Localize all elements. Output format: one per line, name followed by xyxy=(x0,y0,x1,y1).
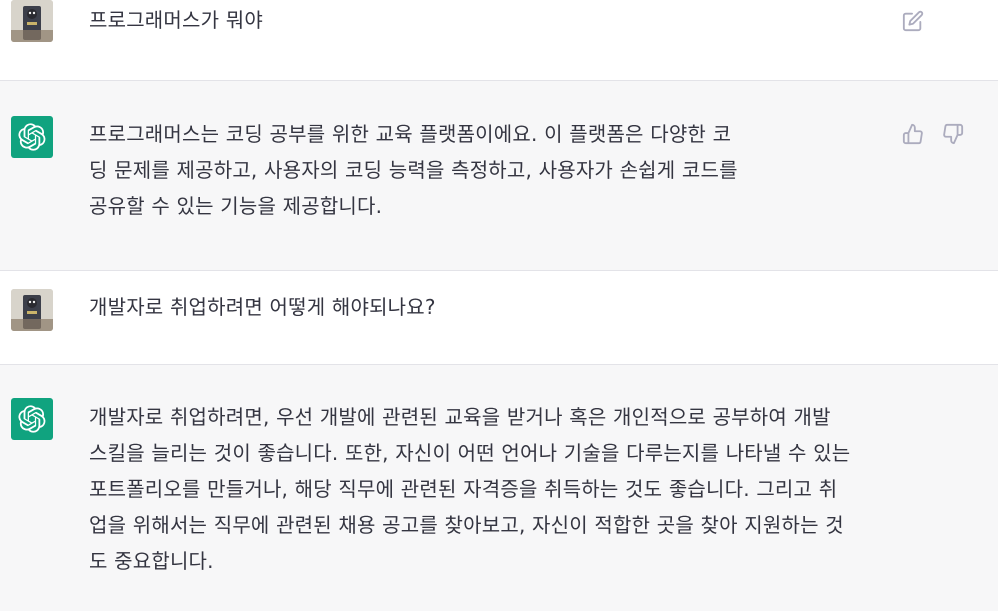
assistant-message-text: 프로그래머스는 코딩 공부를 위한 교육 플랫폼이에요. 이 플랫폼은 다양한 … xyxy=(89,116,738,224)
user-avatar xyxy=(11,289,53,331)
user-message-1: 프로그래머스가 뭐야 xyxy=(0,0,998,80)
message-line: 개발자로 취업하려면 어떻게 해야되나요? xyxy=(89,295,436,319)
assistant-message-1: 프로그래머스는 코딩 공부를 위한 교육 플랫폼이에요. 이 플랫폼은 다양한 … xyxy=(0,81,998,270)
assistant-message-text: 개발자로 취업하려면, 우선 개발에 관련된 교육을 받거나 혹은 개인적으로 … xyxy=(89,399,850,579)
message-line: 프로그래머스가 뭐야 xyxy=(89,8,263,32)
user-message-2: 개발자로 취업하려면 어떻게 해야되나요? xyxy=(0,271,998,364)
assistant-message-2: 개발자로 취업하려면, 우선 개발에 관련된 교육을 받거나 혹은 개인적으로 … xyxy=(0,365,998,611)
message-line: 프로그래머스는 코딩 공부를 위한 교육 플랫폼이에요. 이 플랫폼은 다양한 … xyxy=(89,122,732,146)
assistant-avatar xyxy=(11,398,53,440)
assistant-avatar xyxy=(11,116,53,158)
message-line: 포트폴리오를 만들거나, 해당 직무에 관련된 자격증을 취득하는 것도 좋습니… xyxy=(89,477,838,501)
thumbs-up-icon[interactable] xyxy=(900,121,926,147)
message-line: 스킬을 늘리는 것이 좋습니다. 또한, 자신이 어떤 언어나 기술을 다루는지… xyxy=(89,441,851,465)
user-message-text: 개발자로 취업하려면 어떻게 해야되나요? xyxy=(89,289,436,325)
message-line: 업을 위해서는 직무에 관련된 채용 공고를 찾아보고, 자신이 적합한 곳을 … xyxy=(89,513,844,537)
message-line: 개발자로 취업하려면, 우선 개발에 관련된 교육을 받거나 혹은 개인적으로 … xyxy=(89,405,831,429)
user-avatar-image xyxy=(11,0,53,42)
message-line: 공유할 수 있는 기능을 제공합니다. xyxy=(89,194,383,218)
edit-icon[interactable] xyxy=(900,8,926,34)
user-avatar-image xyxy=(11,289,53,331)
message-line: 도 중요합니다. xyxy=(89,549,214,573)
message-line: 딩 문제를 제공하고, 사용자의 코딩 능력을 측정하고, 사용자가 손쉽게 코… xyxy=(89,158,738,182)
user-avatar xyxy=(11,0,53,42)
openai-logo-icon xyxy=(18,123,46,151)
openai-logo-icon xyxy=(18,405,46,433)
thumbs-down-icon[interactable] xyxy=(940,121,966,147)
user-message-text: 프로그래머스가 뭐야 xyxy=(89,2,263,38)
